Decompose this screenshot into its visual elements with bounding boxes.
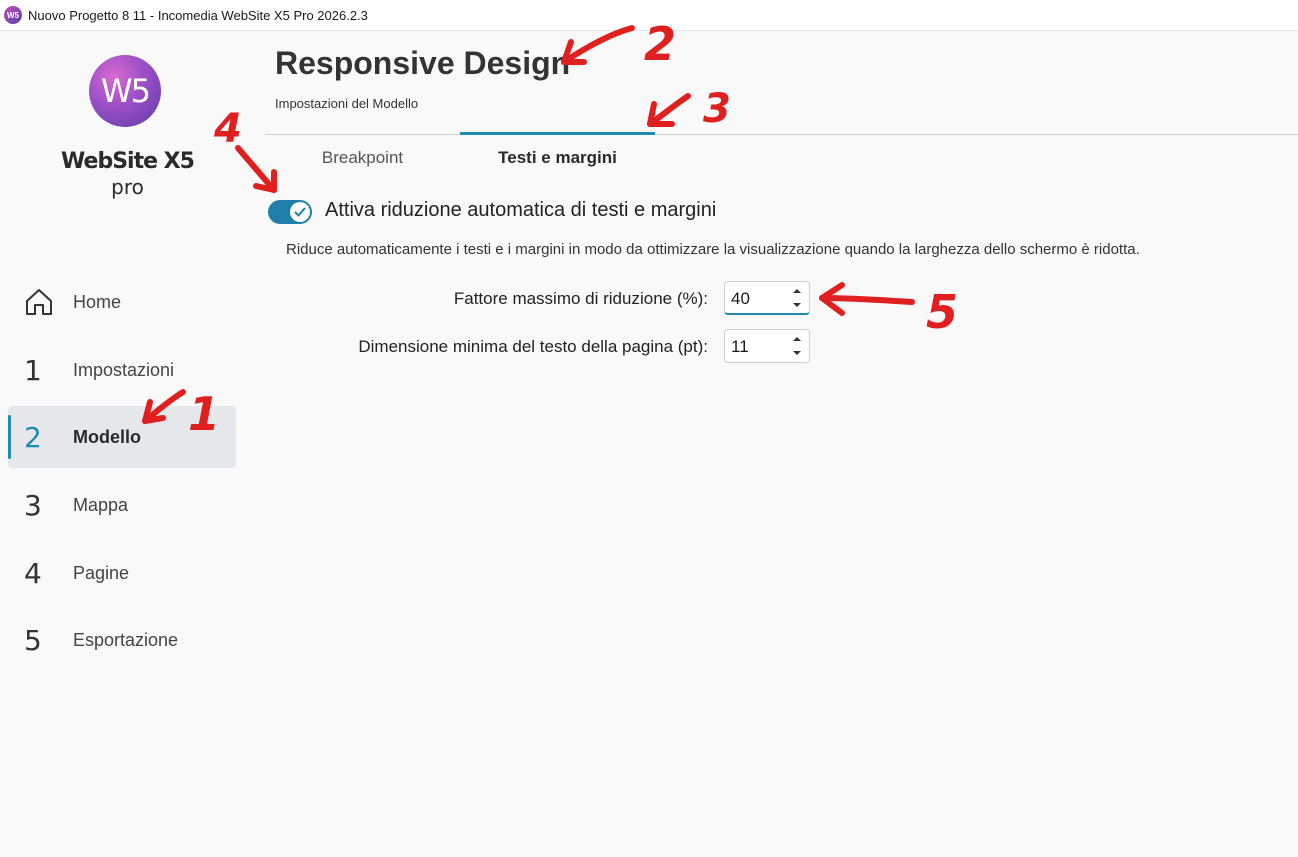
annotation-arrow-5 xyxy=(819,282,915,316)
annotation-layer: 1 2 3 4 5 xyxy=(142,17,958,441)
annotation-number-5: 5 xyxy=(926,285,958,339)
annotation-arrow-3 xyxy=(647,93,691,127)
annotation-number-3: 3 xyxy=(703,86,731,132)
annotation-number-2: 2 xyxy=(644,17,676,71)
annotation-arrow-4 xyxy=(235,145,277,193)
annotation-arrow-2 xyxy=(561,25,635,65)
annotation-number-4: 4 xyxy=(213,106,242,152)
annotation-arrow-1 xyxy=(142,389,186,424)
annotation-number-1: 1 xyxy=(188,387,220,441)
